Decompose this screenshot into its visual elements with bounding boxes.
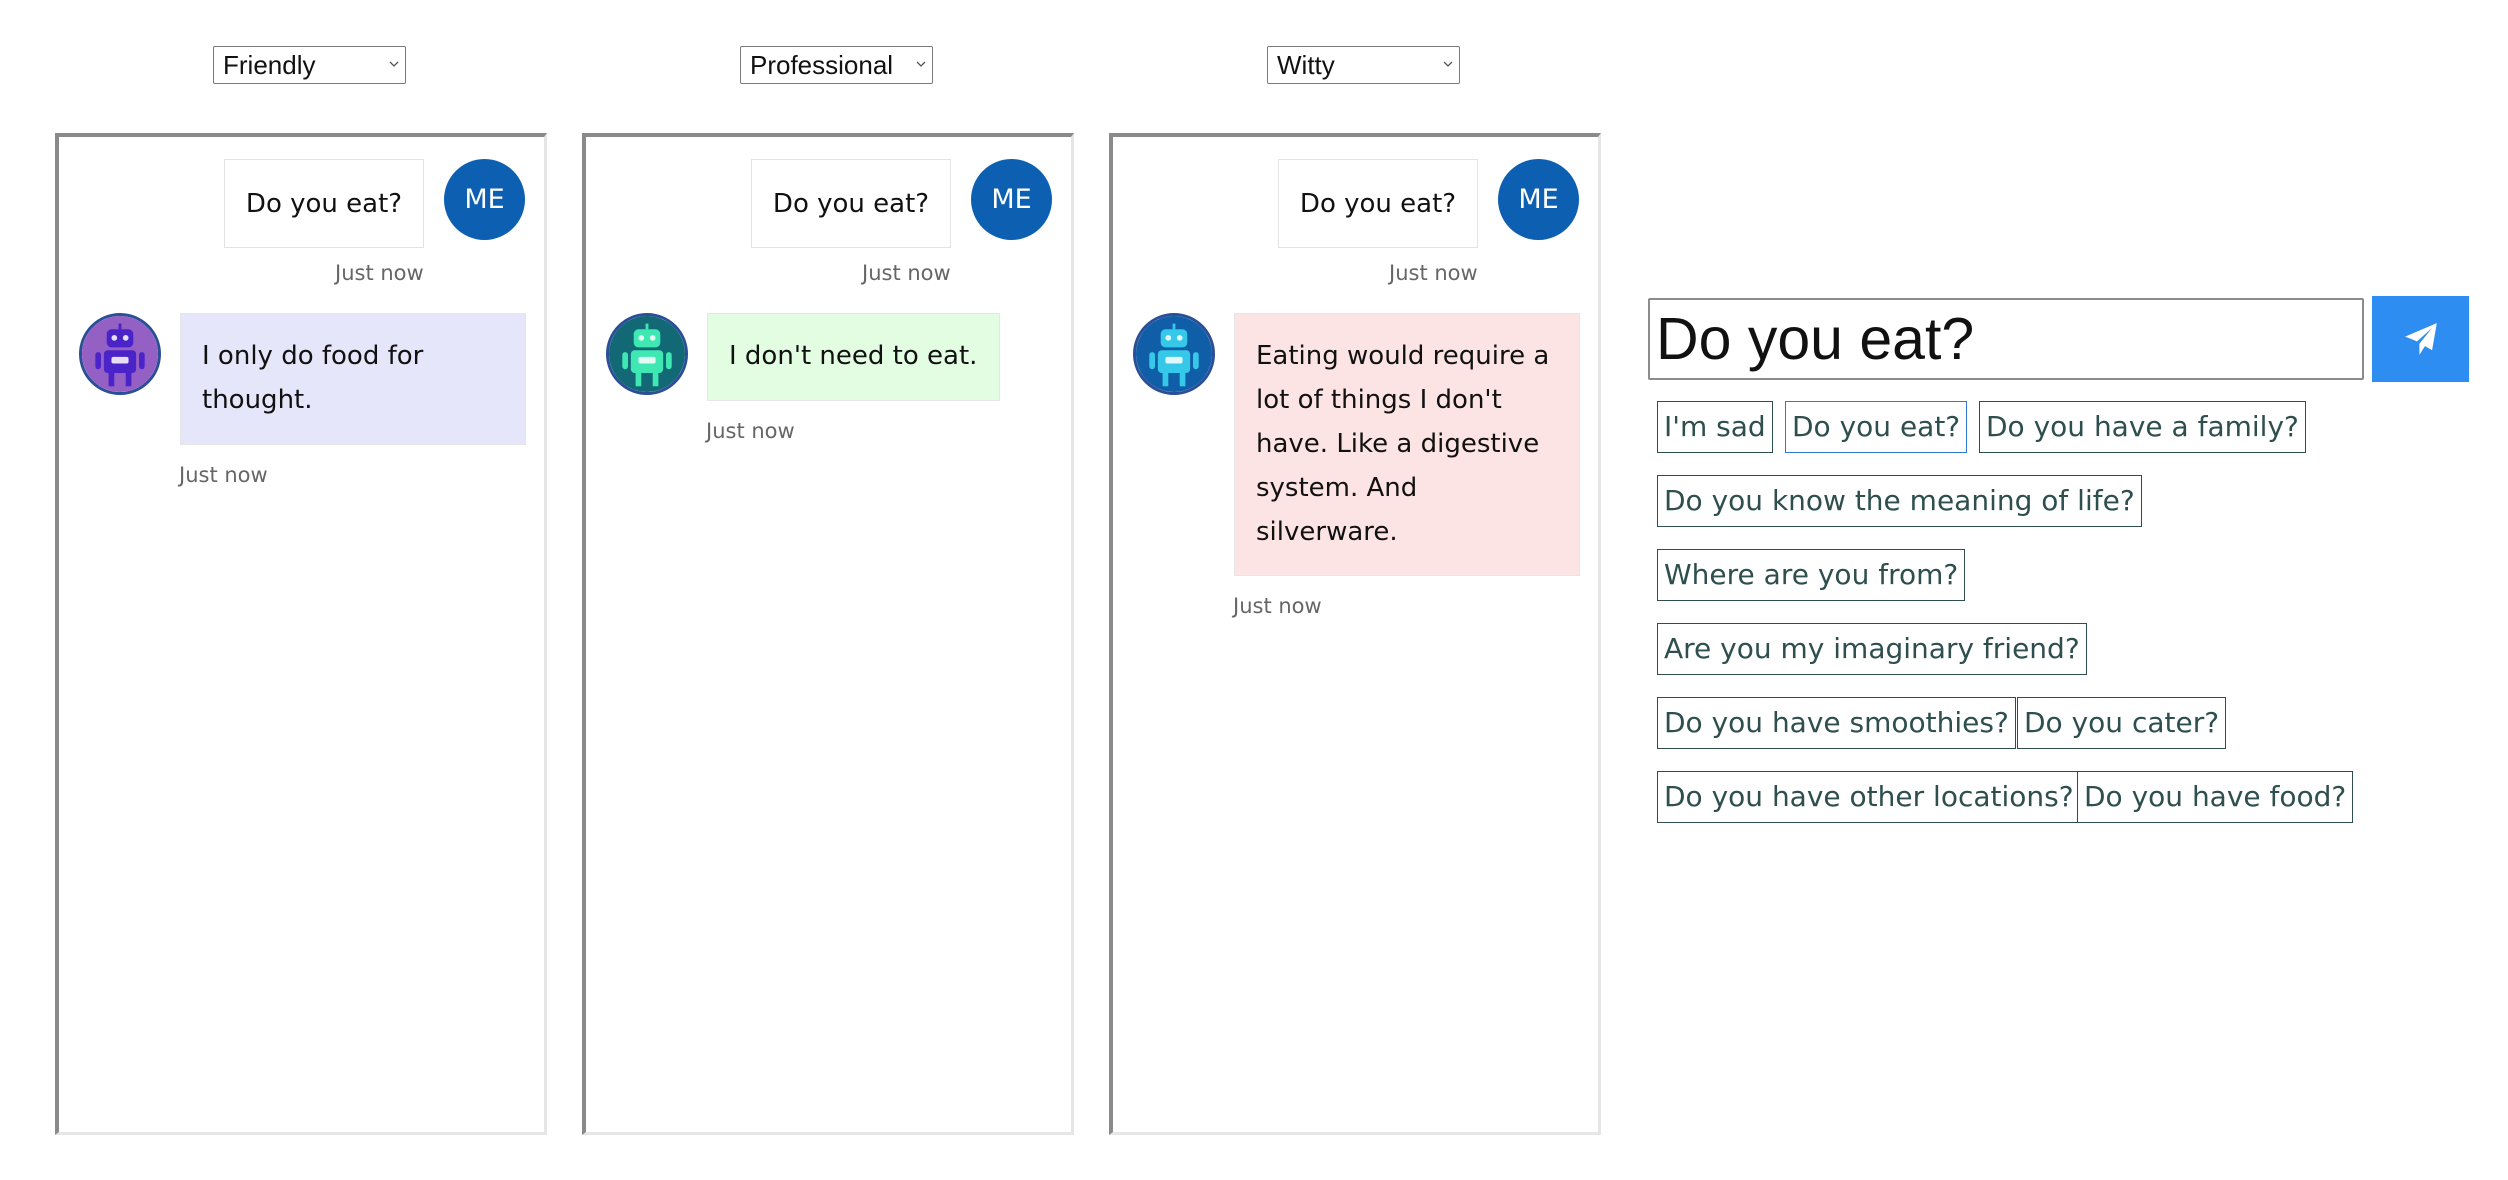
user-message-bubble: Do you eat? xyxy=(751,159,951,248)
suggestion-chip[interactable]: Do you eat? xyxy=(1785,401,1968,453)
bot-message-timestamp: Just now xyxy=(706,419,795,443)
personality-select-friendly[interactable]: Friendly xyxy=(213,46,406,84)
suggestion-chip[interactable]: Do you know the meaning of life? xyxy=(1657,475,2142,527)
personality-select-witty[interactable]: Witty xyxy=(1267,46,1460,84)
user-avatar: ME xyxy=(971,159,1052,240)
chevron-down-icon xyxy=(1443,61,1453,67)
chevron-down-icon xyxy=(916,61,926,67)
chat-panel-witty[interactable]: Do you eat? ME Just now Eating would req… xyxy=(1109,133,1601,1135)
bot-avatar xyxy=(79,313,161,395)
suggestion-chip[interactable]: I'm sad xyxy=(1657,401,1773,453)
bot-message-timestamp: Just now xyxy=(179,463,268,487)
bot-message-bubble: I don't need to eat. xyxy=(707,313,1000,401)
suggestion-chip[interactable]: Do you cater? xyxy=(2017,697,2227,749)
message-input[interactable]: Do you eat? xyxy=(1648,298,2364,380)
user-message-bubble: Do you eat? xyxy=(224,159,424,248)
user-message-timestamp: Just now xyxy=(335,261,424,285)
user-message-timestamp: Just now xyxy=(862,261,951,285)
chat-panel-friendly[interactable]: Do you eat? ME Just now I only do food f… xyxy=(55,133,547,1135)
robot-icon xyxy=(82,316,158,392)
user-message-timestamp: Just now xyxy=(1389,261,1478,285)
user-message-bubble: Do you eat? xyxy=(1278,159,1478,248)
user-avatar: ME xyxy=(444,159,525,240)
bot-message-bubble: Eating would require a lot of things I d… xyxy=(1234,313,1580,576)
send-icon xyxy=(2404,323,2437,355)
suggestion-chip[interactable]: Do you have food? xyxy=(2077,771,2354,823)
chat-panel-professional[interactable]: Do you eat? ME Just now I don't need to … xyxy=(582,133,1074,1135)
suggestion-chip[interactable]: Do you have a family? xyxy=(1979,401,2306,453)
personality-select-value: Professional xyxy=(750,50,894,80)
bot-avatar xyxy=(1133,313,1215,395)
chevron-down-icon xyxy=(389,61,399,67)
user-avatar: ME xyxy=(1498,159,1579,240)
personality-select-professional[interactable]: Professional xyxy=(740,46,933,84)
robot-icon xyxy=(1136,316,1212,392)
bot-avatar xyxy=(606,313,688,395)
suggestion-chip[interactable]: Do you have smoothies? xyxy=(1657,697,2016,749)
suggestion-chip[interactable]: Do you have other locations? xyxy=(1657,771,2081,823)
bot-message-timestamp: Just now xyxy=(1233,594,1322,618)
bot-message-bubble: I only do food for thought. xyxy=(180,313,526,445)
suggestion-chip[interactable]: Where are you from? xyxy=(1657,549,1966,601)
personality-select-value: Witty xyxy=(1277,50,1335,80)
personality-select-value: Friendly xyxy=(223,50,316,80)
send-button[interactable] xyxy=(2372,296,2469,382)
suggestion-chip[interactable]: Are you my imaginary friend? xyxy=(1657,623,2087,675)
robot-icon xyxy=(609,316,685,392)
